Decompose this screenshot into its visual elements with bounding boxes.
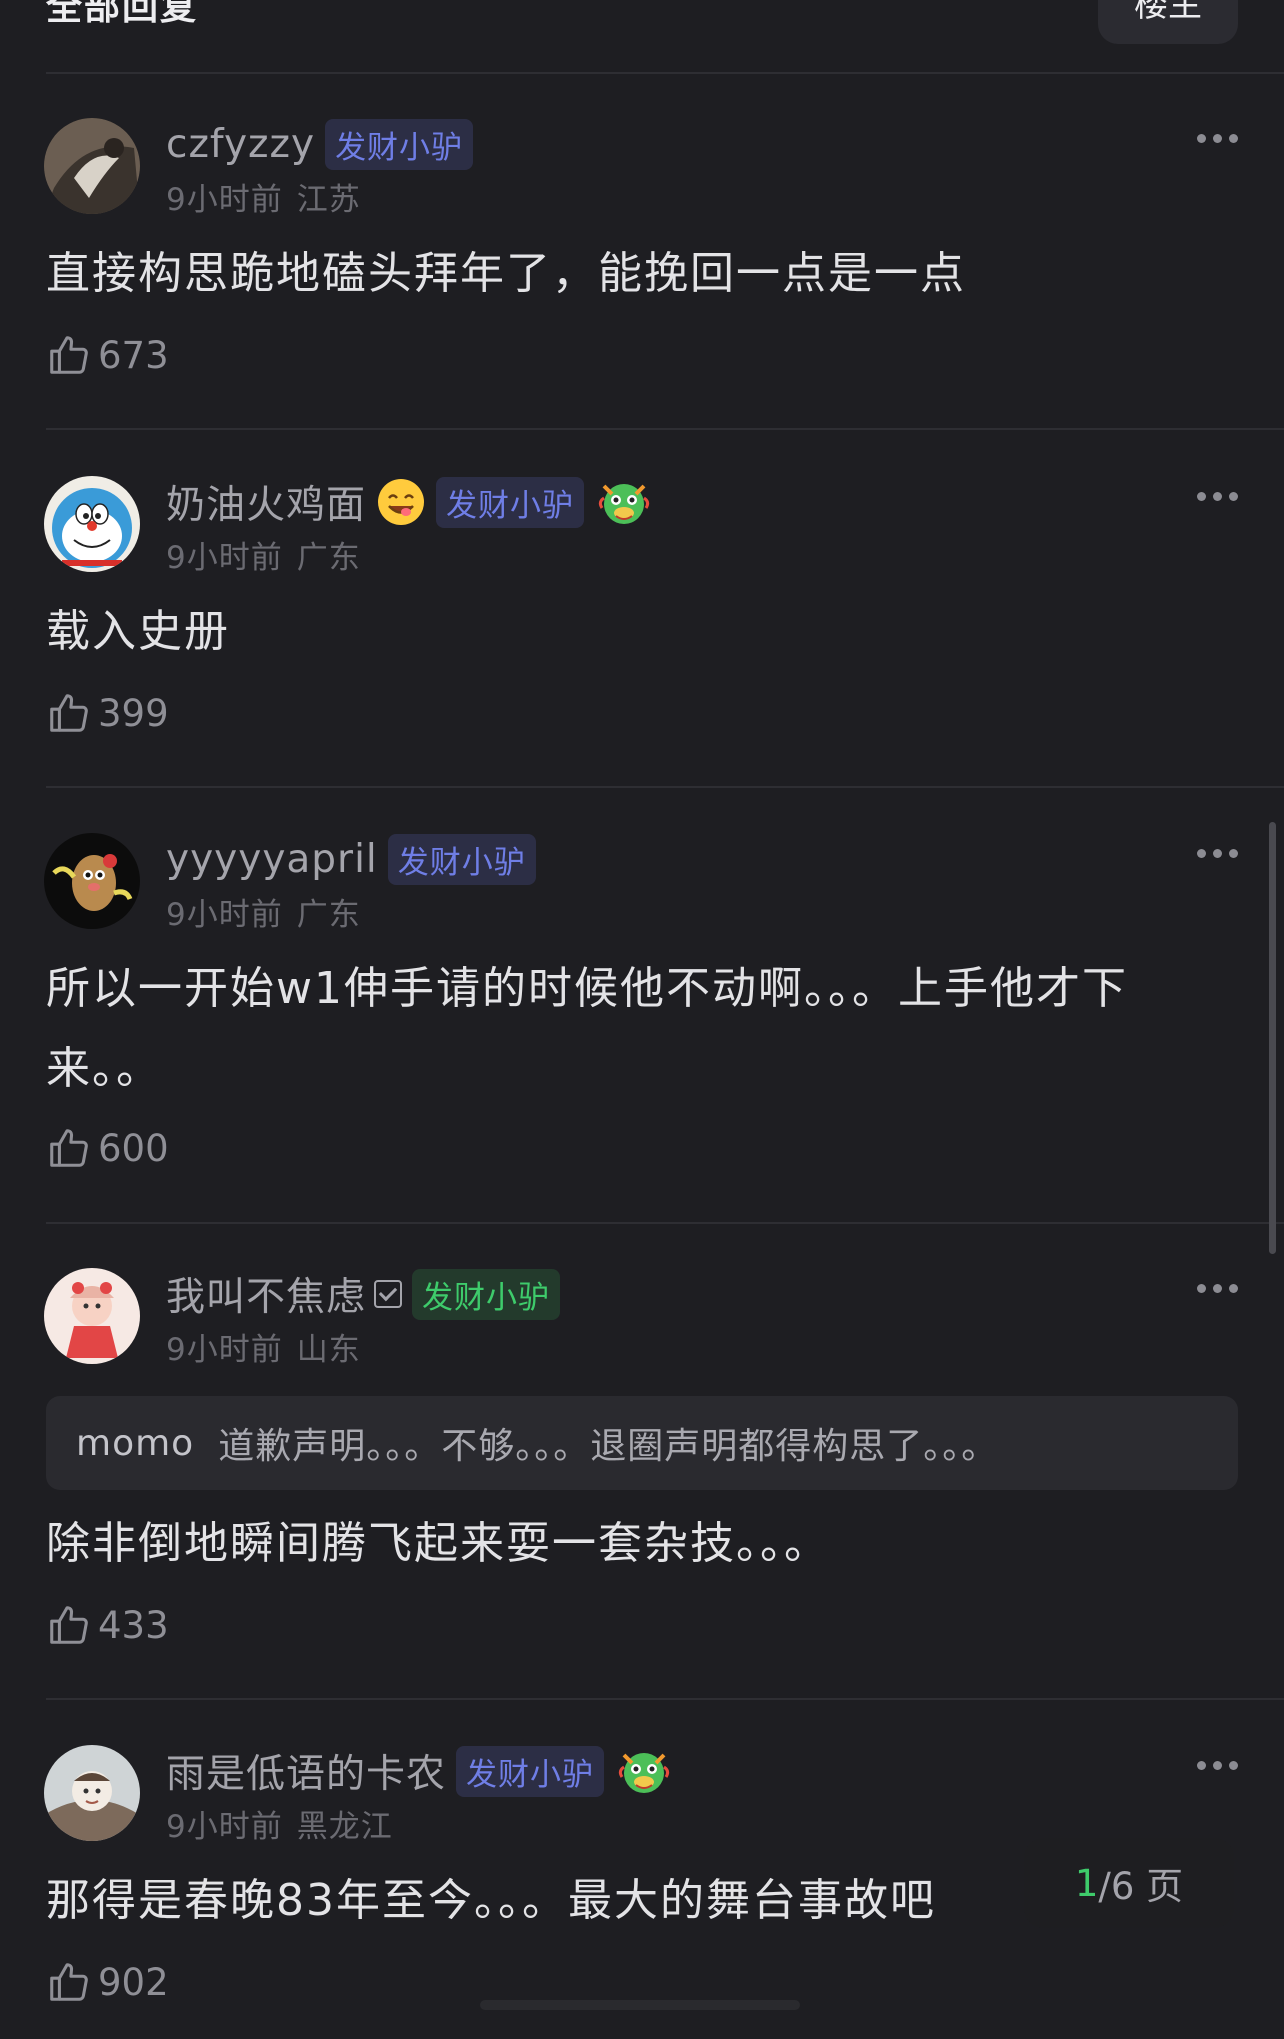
divider — [46, 1222, 1284, 1224]
more-dots-icon[interactable] — [1197, 134, 1238, 143]
comment-location: 黑龙江 — [296, 1809, 393, 1845]
more-dots-icon[interactable] — [1197, 492, 1238, 501]
comment-time: 9小时前 — [166, 1809, 283, 1845]
like-count: 399 — [98, 691, 169, 735]
comment-time: 9小时前 — [166, 897, 283, 933]
like-button[interactable]: 399 — [46, 690, 169, 736]
divider — [46, 1698, 1284, 1700]
like-button[interactable]: 433 — [46, 1602, 169, 1648]
quote-username: momo — [76, 1422, 195, 1464]
divider — [46, 786, 1284, 788]
comment-location: 山东 — [296, 1332, 361, 1368]
user-badge: 发财小驴 — [456, 1745, 605, 1797]
username[interactable]: 雨是低语的卡农 — [166, 1743, 446, 1799]
like-count: 673 — [98, 333, 169, 377]
thumbs-up-icon — [50, 1963, 88, 2001]
user-badge: 发财小驴 — [325, 118, 474, 170]
dragon-emoji — [614, 1741, 674, 1801]
avatar[interactable] — [44, 118, 140, 214]
divider — [46, 72, 1284, 74]
like-button[interactable]: 673 — [46, 332, 169, 378]
op-only-button[interactable]: 楼主 — [1098, 0, 1238, 44]
more-dots-icon[interactable] — [1197, 1761, 1238, 1770]
avatar[interactable] — [44, 1268, 140, 1364]
page-total: /6 页 — [1098, 1865, 1184, 1908]
thumbs-up-icon — [50, 336, 88, 374]
username[interactable]: yyyyyapril — [166, 837, 378, 882]
like-count: 902 — [98, 1960, 169, 2004]
page-indicator[interactable]: 1/6 页 — [1024, 1838, 1234, 1928]
thumbs-up-icon — [50, 1129, 88, 1167]
thumbs-up-icon — [50, 694, 88, 732]
current-page: 1 — [1074, 1861, 1099, 1905]
comment-meta: 9小时前 山东 — [166, 1324, 361, 1369]
comment-location: 江苏 — [296, 182, 361, 218]
comment-location: 广东 — [296, 897, 361, 933]
comment-time: 9小时前 — [166, 182, 283, 218]
header: 全部回复 楼主 — [0, 0, 1284, 74]
comment-meta: 9小时前 黑龙江 — [166, 1801, 393, 1846]
like-button[interactable]: 902 — [46, 1959, 169, 2005]
more-dots-icon[interactable] — [1197, 1284, 1238, 1293]
avatar[interactable] — [44, 833, 140, 929]
username[interactable]: 奶油火鸡面 — [166, 474, 366, 530]
verified-check-icon — [374, 1280, 403, 1308]
username[interactable]: 我叫不焦虑 — [166, 1266, 366, 1322]
comment-content: 所以一开始w1伸手请的时候他不动啊。。。上手他才下来。。 — [46, 963, 1128, 1094]
comment-time: 9小时前 — [166, 540, 283, 576]
quoted-reply[interactable]: momo 道歉声明。。。不够。。。退圈声明都得构思了。。。 — [46, 1396, 1238, 1490]
user-badge: 发财小驴 — [387, 833, 536, 885]
user-badge: 发财小驴 — [412, 1268, 561, 1320]
comment-time: 9小时前 — [166, 1332, 283, 1368]
comment-location: 广东 — [296, 540, 361, 576]
divider — [46, 428, 1284, 430]
like-count: 600 — [98, 1126, 169, 1170]
scrollbar[interactable] — [1269, 822, 1276, 1254]
comment-meta: 9小时前 广东 — [166, 889, 361, 934]
comment-meta: 9小时前 江苏 — [166, 174, 361, 219]
avatar[interactable] — [44, 476, 140, 572]
quote-text: 道歉声明。。。不够。。。退圈声明都得构思了。。。 — [218, 1426, 999, 1467]
like-count: 433 — [98, 1603, 169, 1647]
username[interactable]: czfyzzy — [166, 122, 315, 167]
comments-page: 全部回复 楼主 czfyzzy 发财小驴 9小时前 江苏 直接构思跪地磕头拜年了，… — [0, 0, 1284, 2039]
home-indicator — [480, 2000, 800, 2010]
comment-content: 载入史册 — [46, 606, 230, 657]
user-badge: 发财小驴 — [436, 476, 585, 528]
comment-content: 除非倒地瞬间腾飞起来耍一套杂技。。。 — [46, 1518, 830, 1569]
avatar[interactable] — [44, 1745, 140, 1841]
like-button[interactable]: 600 — [46, 1125, 169, 1171]
thumbs-up-icon — [50, 1606, 88, 1644]
more-dots-icon[interactable] — [1197, 849, 1238, 858]
comment-content: 直接构思跪地磕头拜年了，能挽回一点是一点 — [46, 248, 966, 299]
yum-face-emoji — [376, 477, 426, 527]
dragon-emoji — [594, 472, 654, 532]
header-title: 全部回复 — [46, 0, 199, 28]
comment-meta: 9小时前 广东 — [166, 532, 361, 577]
